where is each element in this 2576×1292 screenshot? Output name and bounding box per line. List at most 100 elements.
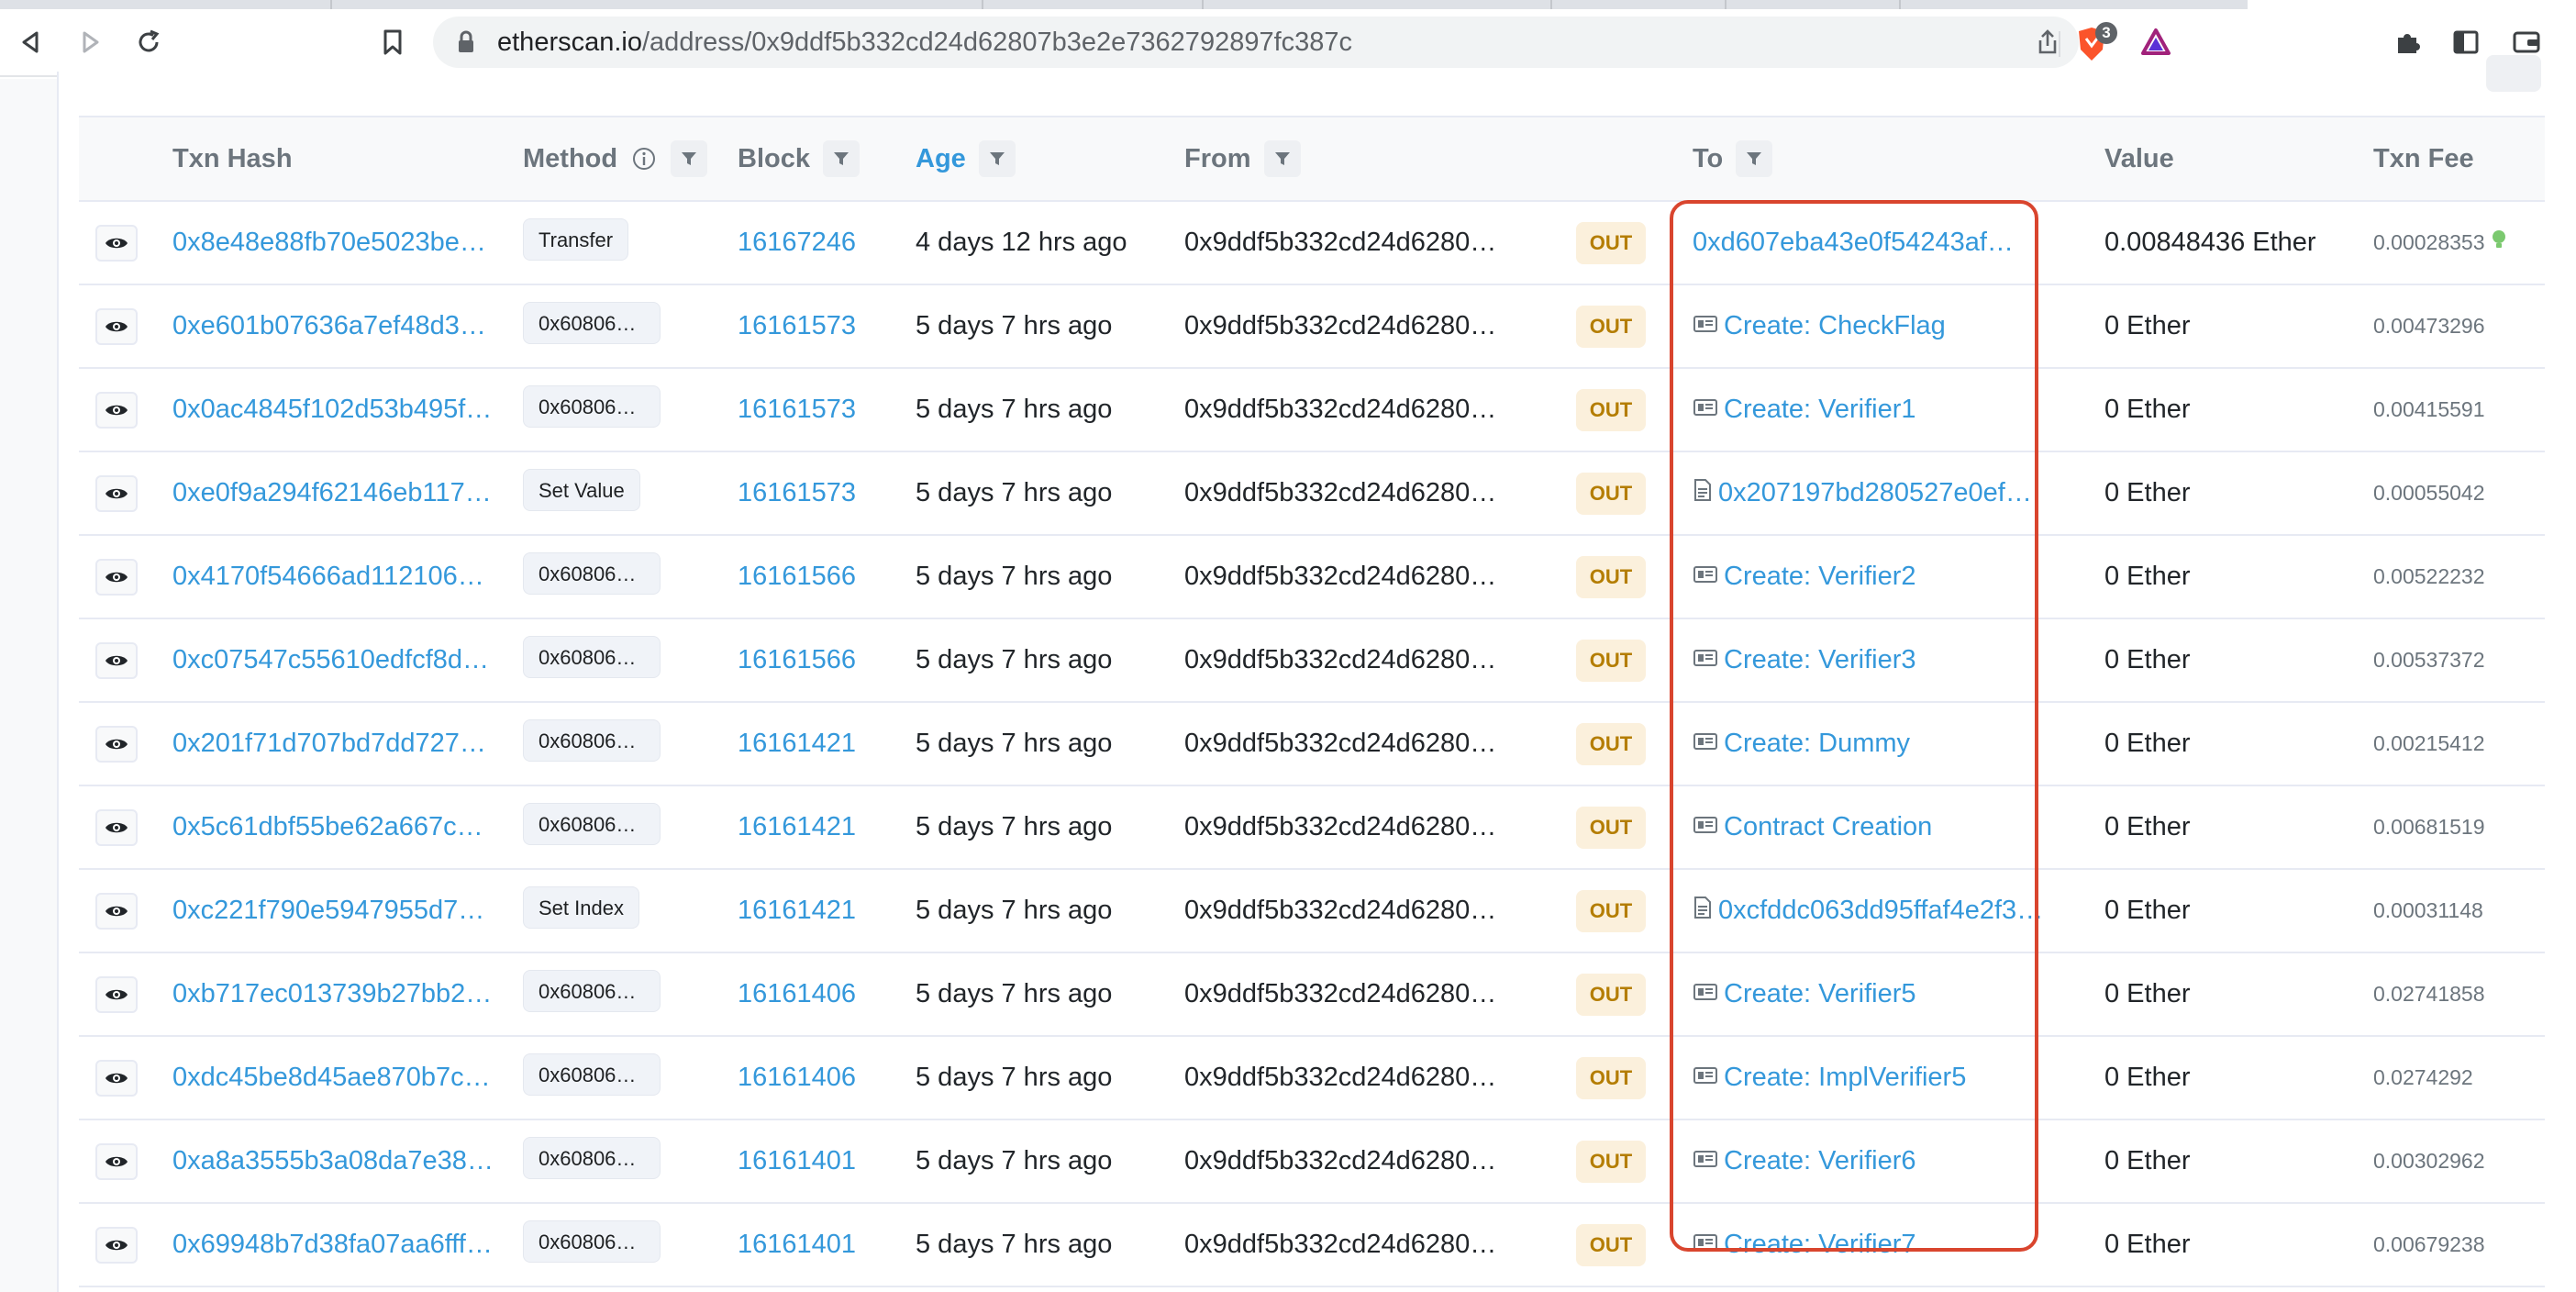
from-address[interactable]: 0x9ddf5b332cd24d6280… <box>1184 478 1576 508</box>
reload-icon[interactable] <box>130 24 167 61</box>
to-address-link[interactable]: 0x207197bd280527e0ef… <box>1718 478 2032 508</box>
block-link[interactable]: 16161573 <box>738 311 856 340</box>
block-cell: 16161406 <box>738 952 916 1037</box>
to-address-link[interactable]: Create: Verifier3 <box>1724 645 1916 675</box>
to-address-link[interactable]: Create: Verifier6 <box>1724 1146 1916 1176</box>
eye-icon[interactable] <box>95 808 138 846</box>
brave-rewards-icon[interactable] <box>2137 24 2174 61</box>
from-address[interactable]: 0x9ddf5b332cd24d6280… <box>1184 979 1576 1009</box>
fee-cell: 0.00302962 <box>2373 1119 2545 1204</box>
txn-hash-link[interactable]: 0x69948b7d38fa07aa6fff… <box>172 1230 523 1260</box>
block-link[interactable]: 16161401 <box>738 1146 856 1175</box>
back-icon[interactable] <box>13 24 50 61</box>
card-options-button[interactable] <box>2486 55 2541 92</box>
bookmark-icon[interactable] <box>374 24 411 61</box>
eye-icon[interactable] <box>95 1226 138 1264</box>
block-link[interactable]: 16161421 <box>738 812 856 841</box>
from-address[interactable]: 0x9ddf5b332cd24d6280… <box>1184 562 1576 592</box>
eye-icon[interactable] <box>95 224 138 262</box>
block-link[interactable]: 16161421 <box>738 729 856 758</box>
block-filter-icon[interactable] <box>822 140 860 177</box>
forward-icon[interactable] <box>72 24 108 61</box>
to-address-link[interactable]: Create: CheckFlag <box>1724 311 1946 341</box>
to-cell: Create: Verifier7 <box>1683 1203 2104 1287</box>
from-address[interactable]: 0x9ddf5b332cd24d6280… <box>1184 1063 1576 1093</box>
from-address[interactable]: 0x9ddf5b332cd24d6280… <box>1184 645 1576 675</box>
header-age-link[interactable]: Age <box>916 144 966 174</box>
method-filter-icon[interactable] <box>671 140 708 177</box>
eye-icon[interactable] <box>95 641 138 679</box>
extensions-icon[interactable] <box>2389 24 2426 61</box>
age-filter-icon[interactable] <box>978 140 1016 177</box>
txn-hash-link[interactable]: 0x5c61dbf55be62a667c… <box>172 812 523 842</box>
eye-icon[interactable] <box>95 892 138 930</box>
fee-text: 0.00473296 <box>2373 314 2485 338</box>
to-address-link[interactable]: Create: Verifier5 <box>1724 979 1916 1009</box>
active-tab[interactable] <box>2248 0 2576 9</box>
method-cell: 0x60806040 <box>523 785 738 870</box>
txn-hash-link[interactable]: 0xe601b07636a7ef48d3… <box>172 311 523 341</box>
eye-icon[interactable] <box>95 725 138 763</box>
block-link[interactable]: 16161573 <box>738 395 856 424</box>
block-link[interactable]: 16167246 <box>738 228 856 257</box>
from-address[interactable]: 0x9ddf5b332cd24d6280… <box>1184 395 1576 425</box>
block-link[interactable]: 16161406 <box>738 979 856 1008</box>
to-address-link[interactable]: Create: Verifier1 <box>1724 395 1916 425</box>
fee-cell: 0.00031148 <box>2373 869 2545 953</box>
shield-count-badge: 3 <box>2095 22 2117 44</box>
to-address-link[interactable]: Create: ImplVerifier5 <box>1724 1063 1966 1093</box>
from-address[interactable]: 0x9ddf5b332cd24d6280… <box>1184 812 1576 842</box>
txn-hash-link[interactable]: 0x0ac4845f102d53b495f… <box>172 395 523 425</box>
eye-icon[interactable] <box>95 474 138 512</box>
block-link[interactable]: 16161401 <box>738 1230 856 1259</box>
txn-hash-link[interactable]: 0x8e48e88fb70e5023be… <box>172 228 523 258</box>
eye-icon[interactable] <box>95 391 138 429</box>
to-address-link[interactable]: 0xcfddc063dd95ffaf4e2f3… <box>1718 896 2043 926</box>
info-icon[interactable] <box>630 145 658 173</box>
lock-icon[interactable] <box>453 29 479 55</box>
block-link[interactable]: 16161566 <box>738 562 856 591</box>
sidebar-toggle-icon[interactable] <box>2448 24 2484 61</box>
from-filter-icon[interactable] <box>1263 140 1301 177</box>
eye-icon[interactable] <box>95 1059 138 1097</box>
txn-hash-link[interactable]: 0xb717ec013739b27bb2… <box>172 979 523 1009</box>
from-address[interactable]: 0x9ddf5b332cd24d6280… <box>1184 311 1576 341</box>
to-address-link[interactable]: 0xd607eba43e0f54243af… <box>1693 228 2014 258</box>
block-link[interactable]: 16161573 <box>738 478 856 507</box>
txn-hash-link[interactable]: 0xe0f9a294f62146eb117… <box>172 478 523 508</box>
direction-badge: OUT <box>1576 221 1646 264</box>
to-address-link[interactable]: Create: Verifier2 <box>1724 562 1916 592</box>
txn-hash-link[interactable]: 0xa8a3555b3a08da7e38… <box>172 1146 523 1176</box>
from-address[interactable]: 0x9ddf5b332cd24d6280… <box>1184 228 1576 258</box>
to-address-link[interactable]: Create: Dummy <box>1724 729 1910 759</box>
txn-hash-link[interactable]: 0x201f71d707bd7dd727… <box>172 729 523 759</box>
direction-cell: OUT <box>1576 785 1683 870</box>
header-txn-fee-link[interactable]: Txn Fee <box>2373 144 2474 173</box>
from-address[interactable]: 0x9ddf5b332cd24d6280… <box>1184 1230 1576 1260</box>
to-filter-icon[interactable] <box>1736 140 1773 177</box>
block-cell: 16161573 <box>738 368 916 452</box>
txn-hash-cell: 0xe601b07636a7ef48d3… <box>172 284 523 369</box>
eye-icon[interactable] <box>95 975 138 1013</box>
from-address[interactable]: 0x9ddf5b332cd24d6280… <box>1184 896 1576 926</box>
txn-hash-link[interactable]: 0x4170f54666ad112106… <box>172 562 523 592</box>
txn-hash-link[interactable]: 0xc07547c55610edfcf8d… <box>172 645 523 675</box>
eye-icon[interactable] <box>95 307 138 345</box>
age-cell: 5 days 7 hrs ago <box>916 785 1184 870</box>
value-cell: 0 Ether <box>2104 1203 2373 1287</box>
block-link[interactable]: 16161566 <box>738 645 856 674</box>
address-bar[interactable]: etherscan.io/address/0x9ddf5b332cd24d628… <box>433 17 2079 68</box>
to-address-link[interactable]: Contract Creation <box>1724 812 1932 842</box>
txn-hash-link[interactable]: 0xdc45be8d45ae870b7c… <box>172 1063 523 1093</box>
block-link[interactable]: 16161421 <box>738 896 856 925</box>
url-text[interactable]: etherscan.io/address/0x9ddf5b332cd24d628… <box>497 28 1352 56</box>
txn-hash-cell: 0x201f71d707bd7dd727… <box>172 702 523 786</box>
to-address-link[interactable]: Create: Verifier7 <box>1724 1230 1916 1260</box>
eye-icon[interactable] <box>95 1142 138 1180</box>
block-link[interactable]: 16161406 <box>738 1063 856 1092</box>
from-address[interactable]: 0x9ddf5b332cd24d6280… <box>1184 1146 1576 1176</box>
age-cell: 5 days 7 hrs ago <box>916 368 1184 452</box>
from-address[interactable]: 0x9ddf5b332cd24d6280… <box>1184 729 1576 759</box>
txn-hash-link[interactable]: 0xc221f790e5947955d7… <box>172 896 523 926</box>
eye-icon[interactable] <box>95 558 138 596</box>
